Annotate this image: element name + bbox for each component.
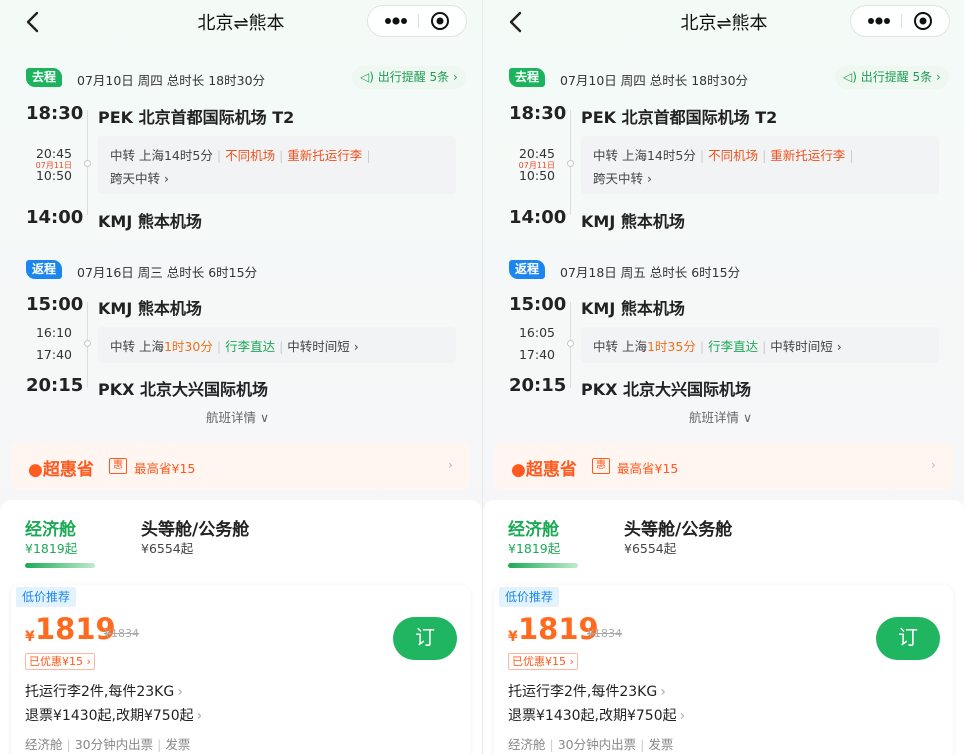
currency-symbol: ¥ (25, 629, 35, 645)
outbound-date-duration: 07月10日 周四 总时长 18时30分 (77, 73, 266, 88)
return-arrival-time: 20:15 (509, 375, 567, 396)
travel-reminder-button[interactable]: ◁) 出行提醒 5条 › (835, 66, 949, 89)
outbound-tag: 去程 (26, 68, 63, 87)
timeline-dot (567, 340, 574, 347)
mini-program-capsule (367, 5, 467, 37)
screen-left: 北京⇌熊本 去程 07月10日 周四 总时长 18时30分 ◁) 出行提醒 5条… (0, 0, 482, 754)
close-mini-program-icon[interactable] (913, 11, 933, 31)
fare-meta: 经济舱 | 30分钟内出票 | 发票 (25, 737, 191, 752)
more-icon[interactable] (859, 6, 899, 36)
outbound-tag: 去程 (509, 68, 546, 87)
savings-logo: ●超惠省 (511, 460, 577, 480)
money-bag-icon: ● (511, 460, 526, 480)
return-tag: 返程 (509, 260, 546, 279)
economy-price: ¥1819起 (508, 541, 561, 556)
return-departure-airport: KMJ 熊本机场 (581, 299, 685, 318)
original-price: ¥1834 (104, 627, 139, 640)
outbound-departure-time: 18:30 (509, 103, 567, 124)
travel-reminder-label: 出行提醒 5条 › (860, 70, 941, 84)
return-arrival-airport: PKX 北京大兴国际机场 (581, 380, 752, 399)
speaker-icon: ◁) (843, 70, 861, 84)
outbound-arrival-time: 14:00 (26, 207, 84, 228)
capsule-divider (418, 14, 419, 28)
book-button[interactable]: 订 (876, 617, 940, 660)
book-button[interactable]: 订 (393, 617, 457, 660)
original-price: ¥1834 (587, 627, 622, 640)
timeline-dot (84, 340, 91, 347)
savings-text: 最高省¥15 (134, 461, 196, 476)
outbound-departure-airport: PEK 北京首都国际机场 T2 (98, 108, 295, 127)
timeline-dot (84, 160, 91, 167)
currency-symbol: ¥ (508, 629, 518, 645)
outbound-departure-airport: PEK 北京首都国际机场 T2 (581, 108, 778, 127)
tab-economy[interactable]: 经济舱 (25, 515, 76, 540)
active-tab-indicator (25, 563, 95, 568)
fare-meta: 经济舱 | 30分钟内出票 | 发票 (508, 737, 674, 752)
overnight-transfer-link[interactable]: 跨天中转 › (593, 168, 652, 187)
return-date-duration: 07月18日 周五 总时长 6时15分 (560, 265, 741, 280)
savings-badge: 惠 (109, 458, 127, 474)
timeline-dot (567, 160, 574, 167)
refund-rule-link[interactable]: 退票¥1430起,改期¥750起 › (508, 705, 685, 725)
chevron-right-icon: › (931, 458, 936, 472)
transfer-departure-time: 10:50 (518, 168, 555, 183)
return-departure-airport: KMJ 熊本机场 (98, 299, 202, 318)
travel-reminder-button[interactable]: ◁) 出行提醒 5条 › (352, 66, 466, 89)
transfer-departure-time: 17:40 (35, 347, 72, 362)
transfer-info-line: 中转 上海1时30分 | 行李直达 | 中转时间短 › (110, 339, 359, 354)
more-icon[interactable] (376, 6, 416, 36)
mini-program-capsule (850, 5, 950, 37)
baggage-rule-link[interactable]: 托运行李2件,每件23KG › (25, 681, 183, 701)
transfer-arrival-time: 20:45 (35, 146, 72, 161)
tab-economy[interactable]: 经济舱 (508, 515, 559, 540)
outbound-departure-time: 18:30 (26, 103, 84, 124)
first-business-price: ¥6554起 (141, 541, 194, 556)
return-tag: 返程 (26, 260, 63, 279)
tab-first-business[interactable]: 头等舱/公务舱 (624, 515, 732, 540)
travel-reminder-label: 出行提醒 5条 › (377, 70, 458, 84)
economy-price: ¥1819起 (25, 541, 78, 556)
outbound-date-duration: 07月10日 周四 总时长 18时30分 (560, 73, 749, 88)
return-arrival-time: 20:15 (26, 375, 84, 396)
transfer-info-line: 中转 上海1时35分 | 行李直达 | 中转时间短 › (593, 339, 842, 354)
transfer-info-line: 中转 上海14时5分 | 不同机场 | 重新托运行李 | (110, 148, 371, 163)
speaker-icon: ◁) (360, 70, 378, 84)
savings-logo: ●超惠省 (28, 460, 94, 480)
capsule-divider (901, 14, 902, 28)
return-departure-time: 15:00 (509, 294, 567, 315)
screen-right: 北京⇌熊本 去程 07月10日 周四 总时长 18时30分 ◁) 出行提醒 5条… (482, 0, 964, 754)
savings-badge: 惠 (592, 458, 610, 474)
transfer-departure-time: 10:50 (35, 168, 72, 183)
discount-tag[interactable]: 已优惠¥15 › (508, 653, 578, 670)
chevron-right-icon: › (448, 458, 453, 472)
discount-tag[interactable]: 已优惠¥15 › (25, 653, 95, 670)
low-price-tag: 低价推荐 (499, 587, 560, 607)
transfer-arrival-time: 16:05 (518, 325, 555, 340)
flight-details-link[interactable]: 航班详情 ∨ (206, 407, 269, 426)
savings-text: 最高省¥15 (617, 461, 679, 476)
flight-details-link[interactable]: 航班详情 ∨ (689, 407, 752, 426)
overnight-transfer-link[interactable]: 跨天中转 › (110, 168, 169, 187)
transfer-departure-time: 17:40 (518, 347, 555, 362)
outbound-arrival-airport: KMJ 熊本机场 (98, 212, 202, 231)
return-arrival-airport: PKX 北京大兴国际机场 (98, 380, 269, 399)
first-business-price: ¥6554起 (624, 541, 677, 556)
transfer-arrival-time: 20:45 (518, 146, 555, 161)
refund-rule-link[interactable]: 退票¥1430起,改期¥750起 › (25, 705, 202, 725)
transfer-arrival-time: 16:10 (35, 325, 72, 340)
baggage-rule-link[interactable]: 托运行李2件,每件23KG › (508, 681, 666, 701)
money-bag-icon: ● (28, 460, 43, 480)
active-tab-indicator (508, 563, 578, 568)
low-price-tag: 低价推荐 (16, 587, 77, 607)
transfer-info-line: 中转 上海14时5分 | 不同机场 | 重新托运行李 | (593, 148, 854, 163)
outbound-arrival-airport: KMJ 熊本机场 (581, 212, 685, 231)
tab-first-business[interactable]: 头等舱/公务舱 (141, 515, 249, 540)
outbound-arrival-time: 14:00 (509, 207, 567, 228)
close-mini-program-icon[interactable] (430, 11, 450, 31)
return-date-duration: 07月16日 周三 总时长 6时15分 (77, 265, 258, 280)
return-departure-time: 15:00 (26, 294, 84, 315)
